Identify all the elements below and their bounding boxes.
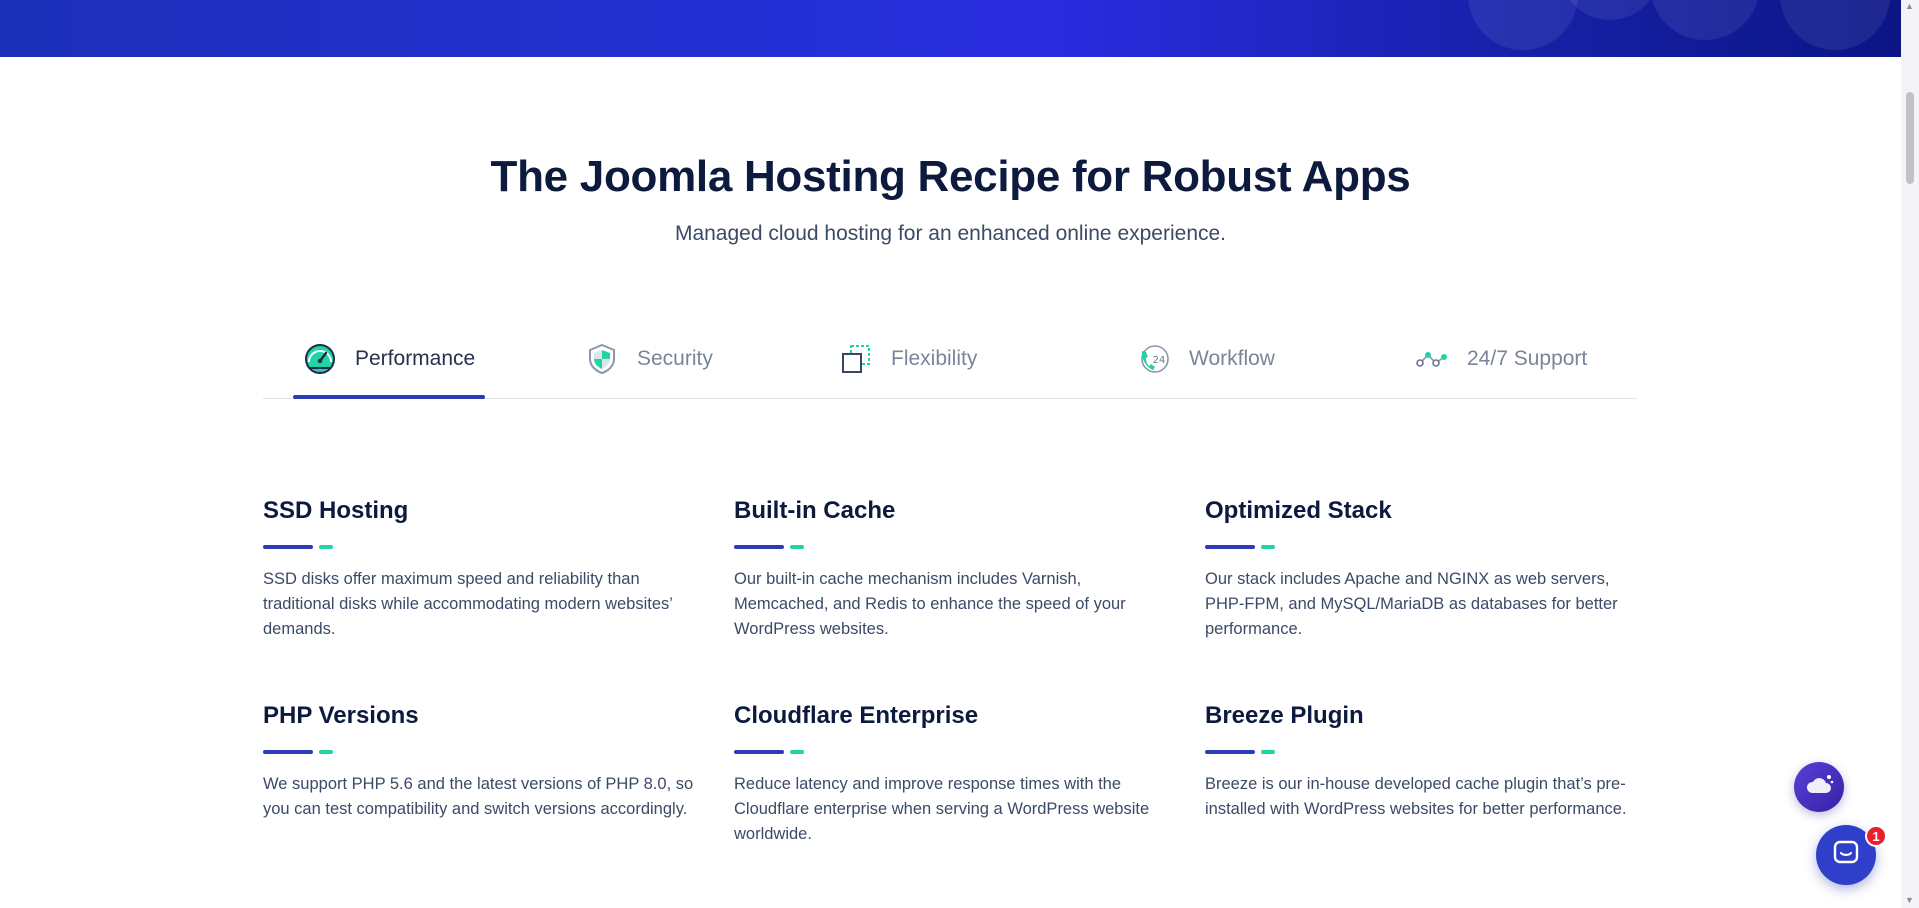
feature-tabs: Performance Security Flexibility 24 Work… [263,320,1637,399]
feature-accent-line [734,545,1179,549]
connected-nodes-icon [1415,342,1449,376]
tab-label: Workflow [1189,347,1275,370]
feature-card: Breeze Plugin Breeze is our in-house dev… [1205,702,1650,822]
feature-card: Built-in Cache Our built-in cache mechan… [734,497,1179,642]
feature-description: Our stack includes Apache and NGINX as w… [1205,570,1618,638]
feature-description: We support PHP 5.6 and the latest versio… [263,775,694,818]
page-scrollbar[interactable]: ▲ ▼ [1901,0,1919,908]
feature-card: Cloudflare Enterprise Reduce latency and… [734,702,1179,847]
feature-title: PHP Versions [263,702,419,729]
tab-support[interactable]: 24/7 Support [1415,320,1587,398]
feature-title: Optimized Stack [1205,497,1392,524]
feature-title: SSD Hosting [263,497,409,524]
tab-security[interactable]: Security [585,320,713,398]
unread-count-badge: 1 [1865,825,1887,847]
feature-title: Built-in Cache [734,497,896,524]
feature-accent-line [1205,750,1650,754]
hero-banner [0,0,1901,57]
feature-description: SSD disks offer maximum speed and reliab… [263,570,673,638]
scroll-down-arrow-icon[interactable]: ▼ [1905,896,1914,905]
feature-description: Our built-in cache mechanism includes Va… [734,570,1126,638]
breeze-cloud-widget[interactable] [1794,762,1844,812]
feature-card: SSD Hosting SSD disks offer maximum spee… [263,497,708,642]
feature-accent-line [734,750,1179,754]
feature-accent-line [263,750,708,754]
cloud-icon [1804,773,1834,802]
svg-text:24: 24 [1153,355,1166,366]
tab-label: Security [637,347,713,370]
feature-accent-line [263,545,708,549]
speedometer-icon [303,342,337,376]
page-title: The Joomla Hosting Recipe for Robust App… [490,152,1411,201]
feature-title: Cloudflare Enterprise [734,702,979,729]
feature-card: PHP Versions We support PHP 5.6 and the … [263,702,708,822]
tab-workflow[interactable]: 24 Workflow [1137,320,1275,398]
tab-label: Flexibility [891,347,978,370]
feature-description: Reduce latency and improve response time… [734,775,1150,843]
feature-description: Breeze is our in-house developed cache p… [1205,775,1627,818]
tab-label: Performance [355,347,476,370]
feature-title: Breeze Plugin [1205,702,1364,729]
page-subtitle: Managed cloud hosting for an enhanced on… [674,222,1227,245]
overlapping-squares-icon [839,342,873,376]
tab-flexibility[interactable]: Flexibility [839,320,977,398]
scrollbar-thumb[interactable] [1906,92,1914,184]
tab-label: 24/7 Support [1467,347,1588,370]
phone-24-icon: 24 [1137,342,1171,376]
tab-performance[interactable]: Performance [292,320,486,399]
feature-accent-line [1205,545,1650,549]
feature-card: Optimized Stack Our stack includes Apach… [1205,497,1650,642]
scroll-up-arrow-icon[interactable]: ▲ [1905,2,1914,11]
shield-icon [585,342,619,376]
chat-bubble-icon [1832,839,1860,872]
